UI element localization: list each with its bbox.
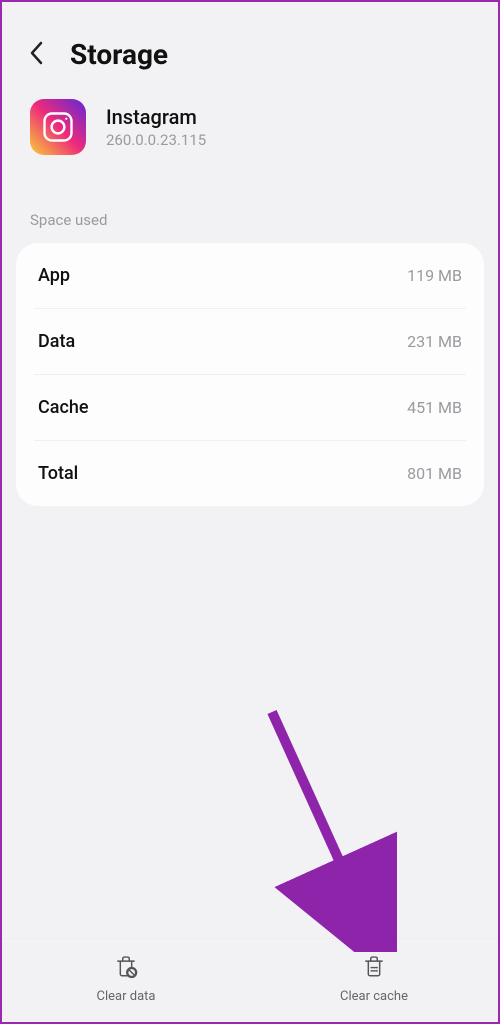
row-value: 451 MB — [407, 398, 462, 417]
app-text: Instagram 260.0.0.23.115 — [106, 105, 206, 149]
row-label: Cache — [38, 397, 89, 418]
row-label: Data — [38, 331, 75, 352]
row-cache: Cache 451 MB — [34, 375, 466, 441]
clear-cache-button[interactable]: Clear cache — [250, 939, 498, 1022]
storage-card: App 119 MB Data 231 MB Cache 451 MB Tota… — [16, 243, 484, 506]
app-info-storage-screen: Storage Instagram 260.0.0.23.115 Space u… — [2, 2, 498, 1022]
row-value: 231 MB — [407, 332, 462, 351]
row-value: 119 MB — [407, 266, 462, 285]
bottom-bar: Clear data Clear cache — [2, 938, 498, 1022]
clear-data-label: Clear data — [97, 989, 156, 1004]
clear-cache-label: Clear cache — [340, 989, 408, 1004]
page-title: Storage — [70, 38, 168, 71]
row-label: Total — [38, 463, 78, 484]
row-total: Total 801 MB — [34, 441, 466, 506]
clear-data-button[interactable]: Clear data — [2, 939, 250, 1022]
header: Storage — [2, 18, 498, 99]
app-version: 260.0.0.23.115 — [106, 131, 206, 149]
row-data: Data 231 MB — [34, 309, 466, 375]
row-app: App 119 MB — [34, 243, 466, 309]
row-label: App — [38, 265, 70, 286]
trash-cache-icon — [361, 953, 387, 983]
trash-data-icon — [113, 953, 139, 983]
section-label: Space used — [2, 187, 498, 243]
row-value: 801 MB — [407, 464, 462, 483]
instagram-icon — [30, 99, 86, 155]
app-info: Instagram 260.0.0.23.115 — [2, 99, 498, 187]
app-name: Instagram — [106, 105, 206, 129]
back-icon[interactable] — [28, 39, 46, 71]
